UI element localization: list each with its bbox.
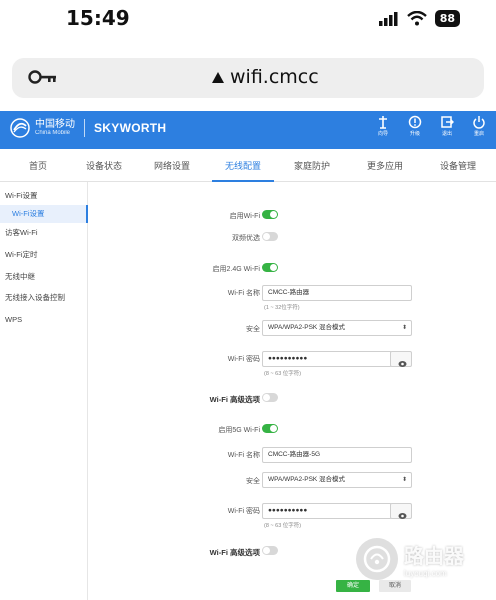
signal-icon bbox=[378, 11, 398, 26]
logout-label: 退出 bbox=[441, 131, 452, 137]
tab-home-protection[interactable]: 家庭防护 bbox=[274, 152, 350, 182]
header-actions: 向导 升级 退出 重启 bbox=[372, 115, 490, 137]
wifi-name-24g-value: CMCC-路由器 bbox=[268, 289, 310, 296]
wifi-name-24g-input[interactable]: CMCC-路由器 bbox=[262, 285, 412, 301]
china-mobile-logo-icon bbox=[10, 118, 30, 138]
advanced-5g-label: Wi-Fi 高级选项 bbox=[209, 548, 260, 557]
security-5g-label: 安全 bbox=[246, 478, 260, 485]
security-24g-select[interactable]: WPA/WPA2-PSK 混合模式 ⬍ bbox=[262, 320, 412, 336]
status-icons: 88 bbox=[378, 10, 460, 27]
url-value: wifi.cmcc bbox=[230, 66, 319, 88]
enable-5g-toggle[interactable] bbox=[262, 424, 278, 433]
upgrade-icon bbox=[408, 115, 422, 129]
eye-icon bbox=[398, 513, 407, 519]
wifi-password-24g-label: Wi-Fi 密码 bbox=[227, 356, 260, 363]
chevron-updown-icon: ⬍ bbox=[401, 325, 407, 331]
sidebar-subitem-wifi-settings[interactable]: Wi-Fi设置 bbox=[0, 205, 88, 223]
upgrade-button[interactable]: 升级 bbox=[404, 115, 426, 137]
wifi-name-24g-hint: (1 ~ 32位字符) bbox=[264, 305, 300, 311]
wifi-name-24g-label: Wi-Fi 名称 bbox=[227, 290, 260, 297]
wifi-name-5g-input[interactable]: CMCC-路由器-5G bbox=[262, 447, 412, 463]
enable-24g-toggle[interactable] bbox=[262, 263, 278, 272]
battery-icon: 88 bbox=[434, 10, 460, 27]
brand-name: SKYWORTH bbox=[94, 121, 167, 135]
url-bar[interactable]: wifi.cmcc bbox=[12, 58, 484, 98]
key-icon[interactable] bbox=[28, 70, 58, 84]
wand-icon bbox=[379, 116, 387, 129]
sidebar-item-access-control[interactable]: 无线接入设备控制 bbox=[0, 289, 88, 307]
cancel-button[interactable]: 取消 bbox=[379, 580, 411, 592]
show-password-5g-button[interactable] bbox=[390, 503, 412, 519]
watermark-url: luyouqi.com bbox=[404, 569, 447, 578]
enable-5g-label: 启用5G Wi-Fi bbox=[218, 427, 260, 434]
security-5g-select[interactable]: WPA/WPA2-PSK 混合模式 ⬍ bbox=[262, 472, 412, 488]
enable-wifi-label: 启用Wi-Fi bbox=[229, 213, 260, 220]
tab-home[interactable]: 首页 bbox=[0, 152, 76, 182]
sidebar-item-wps[interactable]: WPS bbox=[0, 311, 88, 329]
tab-wireless-config[interactable]: 无线配置 bbox=[212, 152, 274, 182]
logo-en: China Mobile bbox=[35, 130, 71, 136]
watermark-title: 路由器 bbox=[404, 546, 464, 568]
enable-24g-label: 启用2.4G Wi-Fi bbox=[212, 266, 260, 273]
tab-network-settings[interactable]: 网络设置 bbox=[132, 152, 212, 182]
router-header: 中国移动 China Mobile SKYWORTH 向导 升级 退出 重启 bbox=[0, 111, 496, 149]
tab-device-status[interactable]: 设备状态 bbox=[76, 152, 132, 182]
sidebar-item-wifi-schedule[interactable]: Wi-Fi定时 bbox=[0, 246, 88, 264]
dual-band-toggle[interactable] bbox=[262, 232, 278, 241]
sidebar-item-wireless-repeater[interactable]: 无线中继 bbox=[0, 268, 88, 286]
security-5g-value: WPA/WPA2-PSK 混合模式 bbox=[268, 476, 346, 483]
status-bar: 15:49 88 bbox=[0, 0, 496, 46]
security-24g-value: WPA/WPA2-PSK 混合模式 bbox=[268, 324, 346, 331]
wifi-password-24g-hint: (8 ~ 63 位字符) bbox=[264, 371, 302, 377]
wifi-password-5g-value: ●●●●●●●●●● bbox=[268, 507, 308, 514]
status-time: 15:49 bbox=[66, 6, 130, 30]
advanced-24g-toggle[interactable] bbox=[262, 393, 278, 402]
security-24g-label: 安全 bbox=[246, 326, 260, 333]
sidebar-item-guest-wifi[interactable]: 访客Wi-Fi bbox=[0, 224, 88, 242]
wifi-password-5g-label: Wi-Fi 密码 bbox=[227, 508, 260, 515]
wizard-label: 向导 bbox=[377, 131, 388, 137]
advanced-5g-toggle[interactable] bbox=[262, 546, 278, 555]
watermark: 路由器 luyouqi.com bbox=[356, 538, 464, 580]
logo-divider bbox=[84, 119, 85, 137]
show-password-24g-button[interactable] bbox=[390, 351, 412, 367]
logo: 中国移动 China Mobile SKYWORTH bbox=[10, 118, 166, 138]
power-icon bbox=[473, 116, 485, 129]
logout-button[interactable]: 退出 bbox=[436, 115, 458, 137]
wifi-name-5g-value: CMCC-路由器-5G bbox=[268, 451, 320, 458]
url-text[interactable]: wifi.cmcc bbox=[212, 66, 319, 88]
logout-icon bbox=[441, 116, 454, 128]
tab-device-management[interactable]: 设备管理 bbox=[420, 152, 496, 182]
sidebar-item-wifi-settings[interactable]: Wi-Fi设置 bbox=[0, 187, 88, 205]
nav-tabs: 首页 设备状态 网络设置 无线配置 家庭防护 更多应用 设备管理 bbox=[0, 152, 496, 182]
wifi-name-5g-label: Wi-Fi 名称 bbox=[227, 452, 260, 459]
warning-icon bbox=[212, 71, 224, 83]
sidebar: Wi-Fi设置 Wi-Fi设置 访客Wi-Fi Wi-Fi定时 无线中继 无线接… bbox=[0, 182, 88, 600]
chevron-updown-icon: ⬍ bbox=[401, 477, 407, 483]
enable-wifi-toggle[interactable] bbox=[262, 210, 278, 219]
wifi-password-24g-input[interactable]: ●●●●●●●●●● bbox=[262, 351, 392, 367]
wifi-password-24g-value: ●●●●●●●●●● bbox=[268, 355, 308, 362]
dual-band-label: 双频优选 bbox=[232, 235, 260, 242]
tab-more-apps[interactable]: 更多应用 bbox=[350, 152, 420, 182]
wifi-icon bbox=[406, 11, 427, 26]
reboot-label: 重启 bbox=[473, 131, 484, 137]
wifi-password-5g-input[interactable]: ●●●●●●●●●● bbox=[262, 503, 392, 519]
upgrade-label: 升级 bbox=[409, 131, 420, 137]
logo-text: 中国移动 China Mobile bbox=[35, 119, 75, 137]
save-button[interactable]: 确定 bbox=[336, 580, 370, 592]
reboot-button[interactable]: 重启 bbox=[468, 115, 490, 137]
logo-cn: 中国移动 bbox=[35, 119, 75, 130]
eye-icon bbox=[398, 361, 407, 367]
wizard-button[interactable]: 向导 bbox=[372, 115, 394, 137]
watermark-logo-icon bbox=[356, 538, 398, 580]
wifi-password-5g-hint: (8 ~ 63 位字符) bbox=[264, 523, 302, 529]
advanced-24g-label: Wi-Fi 高级选项 bbox=[209, 395, 260, 404]
